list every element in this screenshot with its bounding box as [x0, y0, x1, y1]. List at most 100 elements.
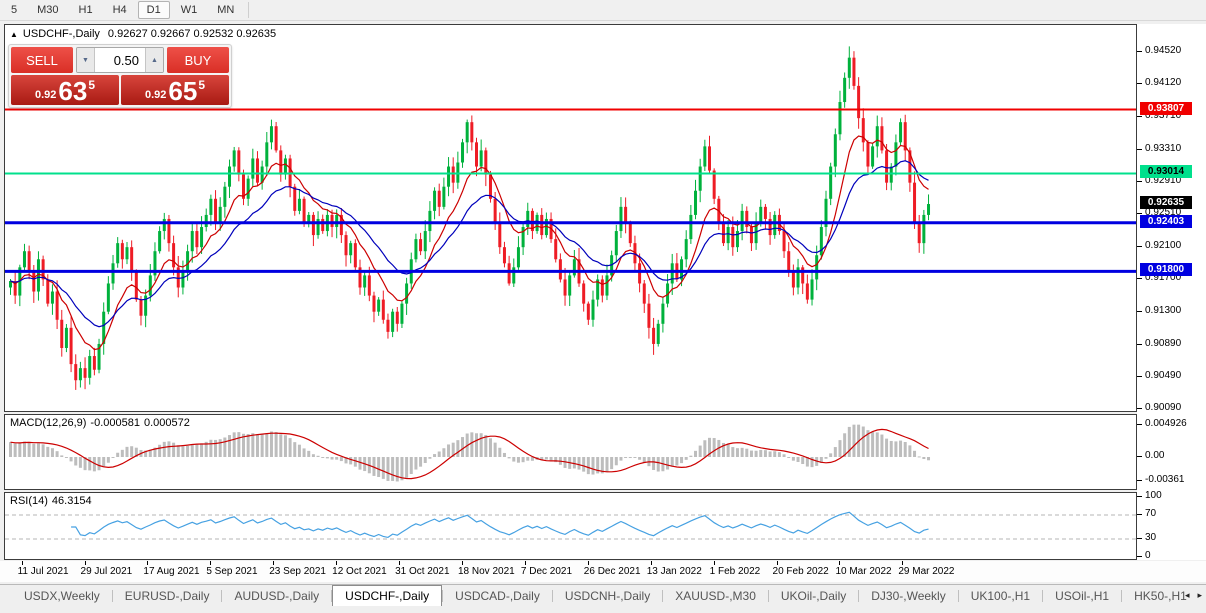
rsi-value: 46.3154 — [52, 495, 92, 507]
date-axis-label: 23 Sep 2021 — [269, 566, 326, 577]
axis-tick — [1137, 278, 1142, 279]
toolbar-separator — [248, 2, 249, 18]
rsi-indicator-panel[interactable]: RSI(14) 46.3154 — [4, 492, 1137, 560]
chart-tab-audusd-daily[interactable]: AUDUSD-,Daily — [222, 585, 331, 606]
date-axis-label: 5 Sep 2021 — [206, 566, 257, 577]
price-level-badge: 0.93014 — [1140, 165, 1192, 178]
buy-price-prefix: 0.92 — [145, 89, 166, 101]
axis-tick — [1137, 456, 1142, 457]
chevron-up-icon: ▲ — [151, 57, 158, 64]
date-axis-label: 13 Jan 2022 — [647, 566, 702, 577]
date-axis-label: 17 Aug 2021 — [143, 566, 199, 577]
buy-price-big-digits: 65 — [168, 78, 197, 104]
volume-increase-button[interactable]: ▲ — [145, 48, 163, 72]
date-axis-tick — [777, 561, 778, 565]
rsi-axis-tick: 0 — [1145, 550, 1151, 561]
axis-tick — [1137, 344, 1142, 345]
price-level-badge: 0.91800 — [1140, 263, 1192, 276]
chart-tab-eurusd-daily[interactable]: EURUSD-,Daily — [113, 585, 222, 606]
timeframe-button-h1[interactable]: H1 — [70, 1, 102, 19]
chart-tab-uk100-h1[interactable]: UK100-,H1 — [959, 585, 1042, 606]
timeframe-button-d1[interactable]: D1 — [138, 1, 170, 19]
price-axis-tick: 0.93310 — [1145, 143, 1181, 154]
buy-button[interactable]: BUY — [167, 47, 229, 73]
timeframe-button-w1[interactable]: W1 — [172, 1, 207, 19]
axis-tick — [1137, 514, 1142, 515]
volume-stepper: ▼ 0.50 ▲ — [76, 47, 164, 73]
date-axis-label: 31 Oct 2021 — [395, 566, 449, 577]
date-axis-label: 26 Dec 2021 — [584, 566, 641, 577]
chart-tab-usoil-h1[interactable]: USOil-,H1 — [1043, 585, 1121, 606]
sell-price-pipette: 5 — [88, 78, 95, 92]
macd-axis-tick: -0.00361 — [1145, 474, 1184, 485]
volume-input[interactable]: 0.50 — [95, 48, 145, 72]
rsi-canvas[interactable] — [5, 493, 1136, 559]
price-level-badge: 0.92403 — [1140, 215, 1192, 228]
axis-tick — [1137, 181, 1142, 182]
buy-price-display[interactable]: 0.92 65 5 — [121, 75, 229, 105]
sell-price-prefix: 0.92 — [35, 89, 56, 101]
chart-header: ▲USDCHF-,Daily0.92627 0.92667 0.92532 0.… — [10, 28, 276, 40]
timeframe-button-h4[interactable]: H4 — [104, 1, 136, 19]
volume-decrease-button[interactable]: ▼ — [77, 48, 95, 72]
chart-ohlc-values: 0.92627 0.92667 0.92532 0.92635 — [108, 28, 276, 40]
axis-tick — [1137, 376, 1142, 377]
timeframe-button-m30[interactable]: M30 — [28, 1, 67, 19]
chevron-down-icon: ▼ — [82, 57, 89, 64]
chart-tab-dj30-weekly[interactable]: DJ30-,Weekly — [859, 585, 957, 606]
date-axis-label: 20 Feb 2022 — [773, 566, 829, 577]
sell-price-big-digits: 63 — [58, 78, 87, 104]
axis-tick — [1137, 538, 1142, 539]
date-axis-tick — [336, 561, 337, 565]
date-axis-label: 29 Jul 2021 — [81, 566, 133, 577]
buy-price-pipette: 5 — [198, 78, 205, 92]
timeframe-button-mn[interactable]: MN — [208, 1, 243, 19]
axis-tick — [1137, 116, 1142, 117]
collapse-triangle-icon[interactable]: ▲ — [10, 30, 18, 39]
chart-tab-xauusd-m30[interactable]: XAUUSD-,M30 — [663, 585, 768, 606]
tab-scroll-right-icon[interactable]: ▸ — [1197, 589, 1202, 601]
date-axis-tick — [273, 561, 274, 565]
date-axis-tick — [588, 561, 589, 565]
rsi-title: RSI(14) — [10, 495, 48, 507]
status-bar — [0, 606, 1206, 613]
axis-tick — [1137, 424, 1142, 425]
chart-tab-bar: USDX,WeeklyEURUSD-,DailyAUDUSD-,DailyUSD… — [0, 584, 1206, 606]
macd-title: MACD(12,26,9) — [10, 417, 86, 429]
macd-signal-value: 0.000572 — [144, 417, 190, 429]
date-axis-tick — [85, 561, 86, 565]
price-axis-tick: 0.92100 — [1145, 240, 1181, 251]
timeframe-button-5[interactable]: 5 — [2, 1, 26, 19]
timeframe-toolbar: 5M30H1H4D1W1MN — [0, 0, 1206, 21]
date-axis-label: 12 Oct 2021 — [332, 566, 386, 577]
macd-indicator-panel[interactable]: MACD(12,26,9) -0.000581 0.000572 — [4, 414, 1137, 490]
chart-tab-usdcnh-daily[interactable]: USDCNH-,Daily — [553, 585, 662, 606]
price-axis-tick: 0.94120 — [1145, 77, 1181, 88]
axis-tick — [1137, 83, 1142, 84]
axis-tick — [1137, 408, 1142, 409]
axis-tick — [1137, 246, 1142, 247]
price-level-badge: 0.93807 — [1140, 102, 1192, 115]
chart-tab-usdchf-daily[interactable]: USDCHF-,Daily — [332, 585, 442, 606]
rsi-axis-tick: 100 — [1145, 490, 1162, 501]
price-level-badge: 0.92635 — [1140, 196, 1192, 209]
rsi-axis-tick: 70 — [1145, 508, 1156, 519]
macd-main-value: -0.000581 — [90, 417, 140, 429]
date-axis-tick — [210, 561, 211, 565]
rsi-axis-tick: 30 — [1145, 532, 1156, 543]
date-axis-tick — [399, 561, 400, 565]
chart-tab-usdx-weekly[interactable]: USDX,Weekly — [12, 585, 112, 606]
sell-price-display[interactable]: 0.92 63 5 — [11, 75, 119, 105]
date-axis-label: 1 Feb 2022 — [710, 566, 761, 577]
macd-axis-tick: 0.004926 — [1145, 418, 1187, 429]
price-axis-tick: 0.90890 — [1145, 338, 1181, 349]
sell-button[interactable]: SELL — [11, 47, 73, 73]
date-axis-tick — [147, 561, 148, 565]
price-axis-tick: 0.90090 — [1145, 402, 1181, 413]
chart-tab-ukoil-daily[interactable]: UKOil-,Daily — [769, 585, 858, 606]
chart-tab-usdcad-daily[interactable]: USDCAD-,Daily — [443, 585, 552, 606]
date-axis-tick — [22, 561, 23, 565]
axis-tick — [1137, 556, 1142, 557]
tab-scroll-left-icon[interactable]: ◂ — [1185, 589, 1190, 601]
date-axis-tick — [525, 561, 526, 565]
